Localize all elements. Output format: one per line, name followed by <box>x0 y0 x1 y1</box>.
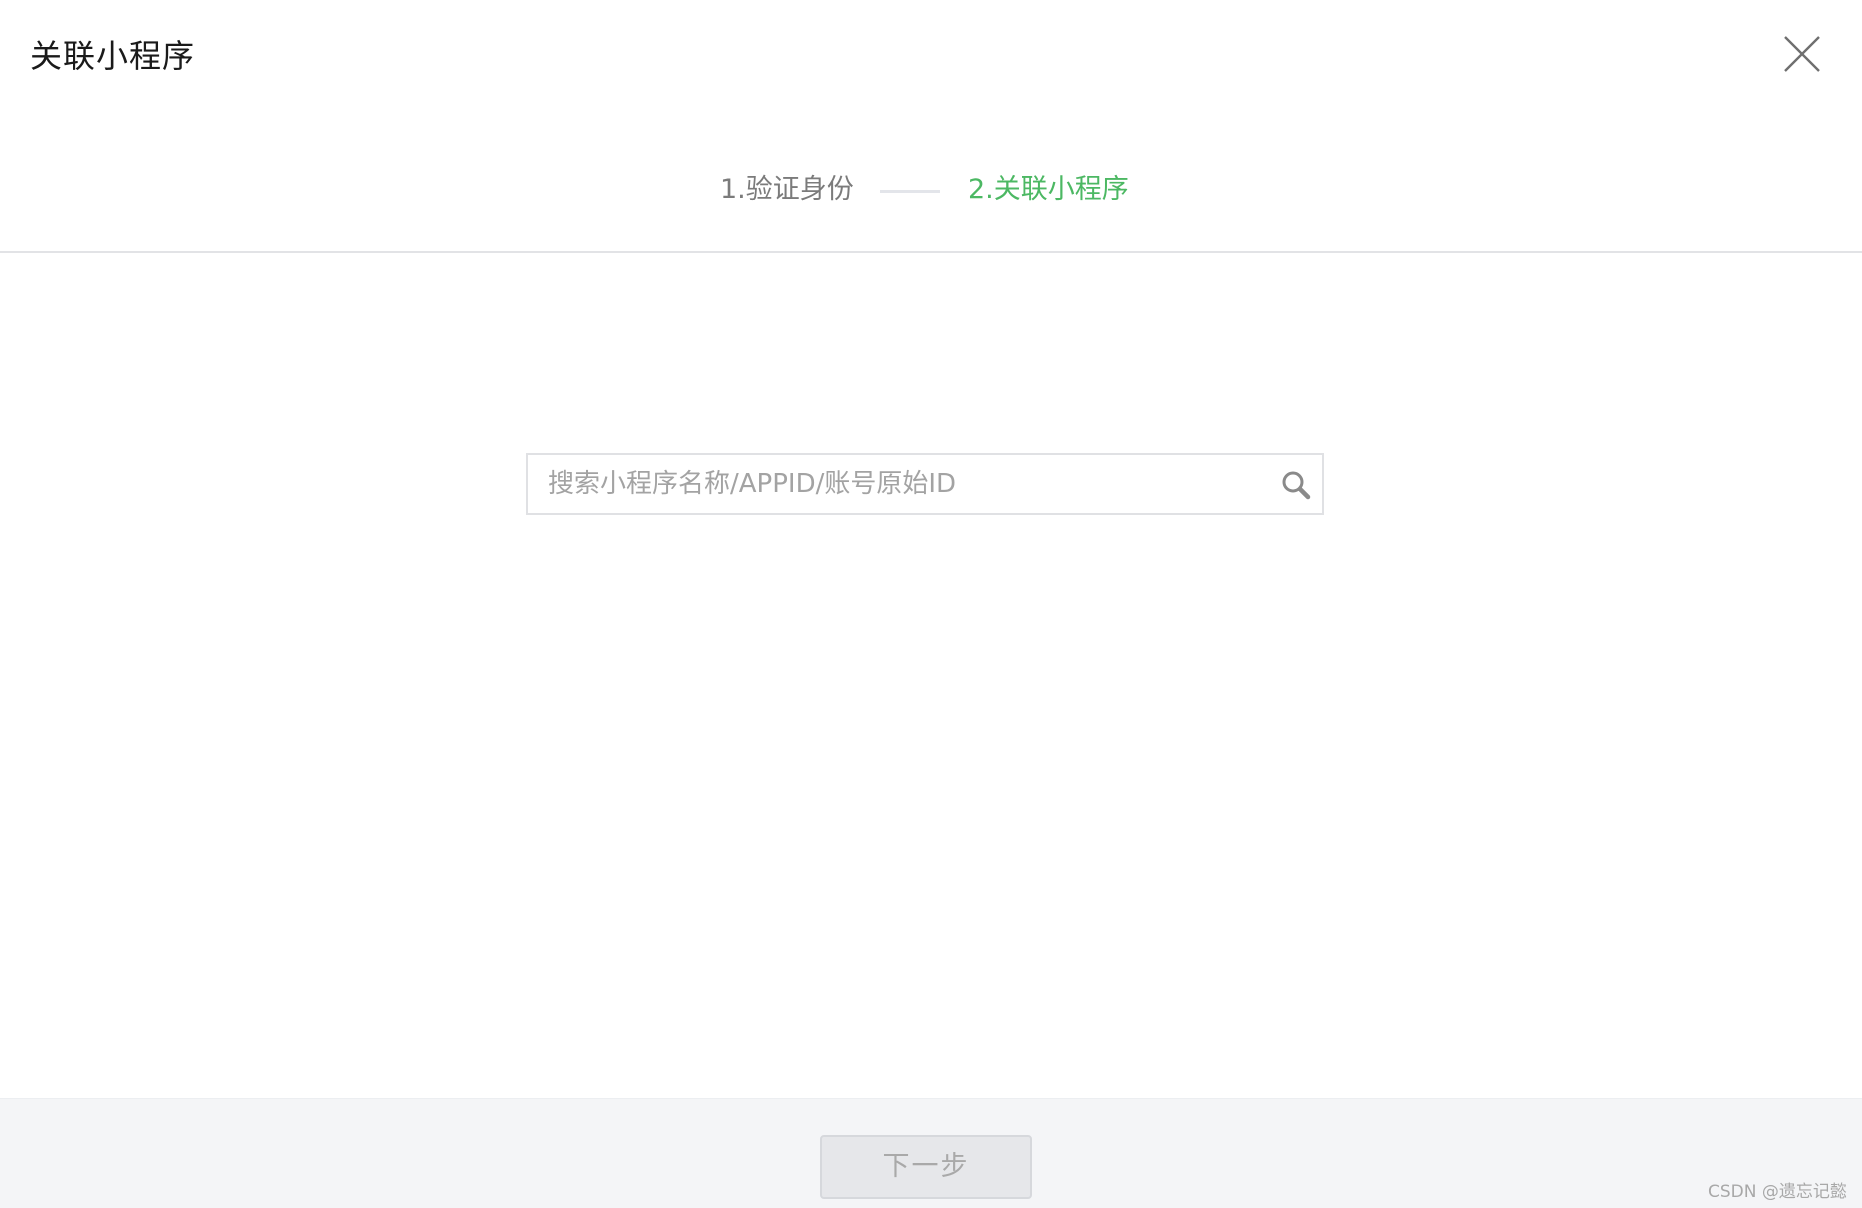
associate-mini-program-dialog: 关联小程序 1.验证身份 2.关联小程序 下一步 CSDN @遗忘记懿 <box>0 0 1862 1208</box>
search-box <box>526 453 1324 515</box>
dialog-footer: 下一步 CSDN @遗忘记懿 <box>0 1098 1862 1208</box>
step-associate-mini-program: 2.关联小程序 <box>968 174 1129 205</box>
search-input[interactable] <box>548 455 1248 513</box>
step-connector <box>880 190 940 193</box>
header-divider <box>0 251 1862 253</box>
close-button[interactable] <box>1782 34 1822 74</box>
search-icon[interactable] <box>1280 469 1312 501</box>
dialog-title: 关联小程序 <box>30 37 196 75</box>
next-step-button[interactable]: 下一步 <box>820 1135 1032 1199</box>
step-verify-identity: 1.验证身份 <box>720 174 854 205</box>
step-indicator: 1.验证身份 2.关联小程序 <box>0 168 1862 212</box>
watermark: CSDN @遗忘记懿 <box>1708 1182 1847 1202</box>
close-icon <box>1784 36 1820 72</box>
dialog-header: 关联小程序 <box>0 0 1862 110</box>
